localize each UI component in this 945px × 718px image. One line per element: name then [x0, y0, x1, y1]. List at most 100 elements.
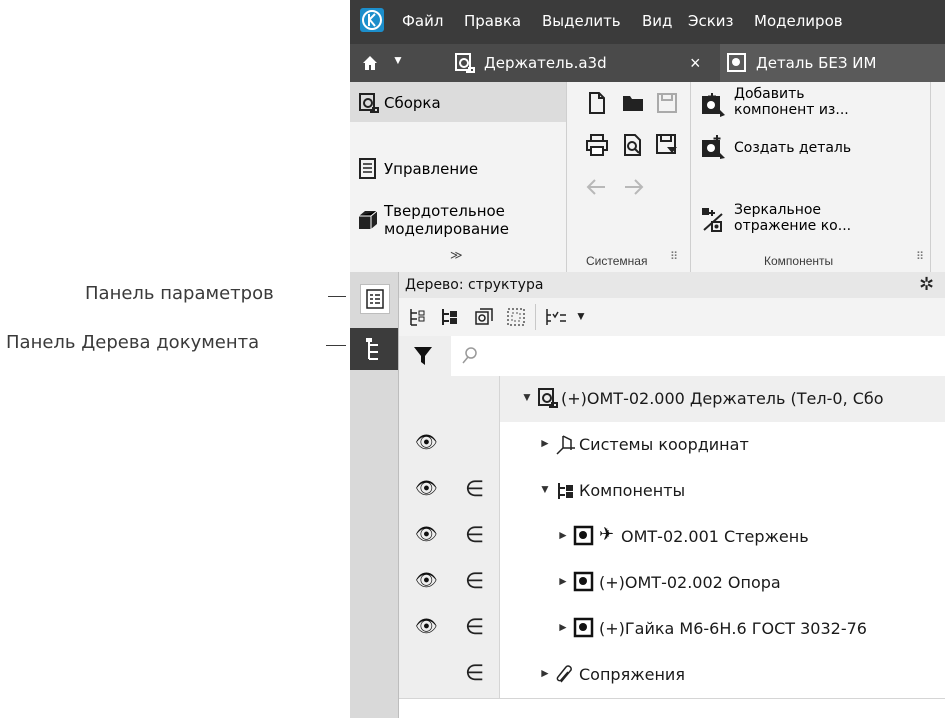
tree-row-visibility-cell[interactable]: 👁 [399, 606, 452, 652]
eye-icon[interactable]: 👁 [415, 432, 438, 453]
assembly-icon [455, 53, 475, 73]
tab-close-icon[interactable]: × [690, 53, 701, 74]
group-system-launcher-icon[interactable]: ⠿ [670, 250, 678, 263]
ribbon-item-solid-modeling[interactable]: Твердотельное моделирование [350, 200, 566, 242]
tree-select-frame-icon[interactable] [505, 306, 527, 328]
tree-row-include-cell[interactable]: ∈ [451, 468, 500, 514]
menu-modeling[interactable]: Моделиров [754, 12, 843, 30]
tree-row-include-cell[interactable]: ∈ [451, 606, 500, 652]
tree-row-include-cell[interactable]: ∈ [451, 560, 500, 606]
tree-row-label: Системы координат [579, 435, 749, 454]
eye-icon[interactable]: 👁 [415, 570, 438, 591]
tree-row-label: ОМТ-02.001 Стержень [621, 527, 809, 546]
tree-row-rod[interactable]: 👁 ∈ ► ✈ ОМТ-02.001 Стержень [399, 514, 945, 561]
tree-expand-icon[interactable]: ▼ [539, 482, 551, 496]
redo-icon[interactable] [620, 174, 646, 200]
ribbon-item-management[interactable]: Управление [350, 156, 566, 186]
tree-row-visibility-cell[interactable]: 👁 [399, 422, 452, 468]
menu-view[interactable]: Вид [642, 12, 672, 30]
tree-row-nut[interactable]: 👁 ∈ ► (+)Гайка М6-6Н.6 ГОСТ 3032-76 [399, 606, 945, 653]
include-in-calc-icon[interactable]: ∈ [465, 568, 484, 594]
document-tree-panel-button[interactable] [350, 328, 398, 370]
tree-expand-icon[interactable]: ► [539, 666, 551, 680]
ribbon-separator [690, 82, 691, 272]
include-in-calc-icon[interactable]: ∈ [465, 660, 484, 686]
filter-funnel-icon [414, 347, 432, 365]
tree-row-visibility-cell[interactable]: 👁 [399, 560, 452, 606]
preview-icon[interactable] [620, 132, 646, 158]
eye-icon[interactable]: 👁 [415, 524, 438, 545]
add-component-button[interactable]: Добавить компонент из... [694, 84, 894, 128]
tree-expand-icon[interactable]: ▼ [521, 390, 533, 404]
parameters-panel-button[interactable] [360, 284, 390, 314]
tree-expand-icon[interactable]: ► [557, 528, 569, 542]
tree-row-visibility-cell[interactable]: 👁 [399, 468, 452, 514]
ribbon-solid-label-1: Твердотельное [384, 202, 505, 220]
app-window: Файл Правка Выделить Вид Эскиз Моделиров… [350, 0, 945, 718]
include-in-calc-icon[interactable]: ∈ [465, 614, 484, 640]
save-as-icon[interactable] [654, 132, 680, 158]
callout-line-params [328, 296, 346, 297]
tree-row-include-cell[interactable]: ∈ [451, 514, 500, 560]
add-component-label-1: Добавить [734, 86, 805, 102]
tree-row-label: (+)ОМТ-02.002 Опора [599, 573, 781, 592]
solid-cube-icon [359, 210, 378, 229]
create-part-button[interactable]: Создать деталь [694, 130, 894, 166]
new-document-icon[interactable] [584, 90, 610, 116]
tree-row-coordinate-systems[interactable]: 👁 ► Системы координат [399, 422, 945, 469]
tree-row-assembly-root[interactable]: ▼ (+)ОМТ-02.000 Держатель (Тел-0, Сбо [399, 376, 945, 423]
tree-toolbar: ▼ [399, 298, 945, 337]
eye-icon[interactable]: 👁 [415, 478, 438, 499]
home-icon [363, 56, 377, 70]
ribbon-expand-icon[interactable]: ≫ [450, 248, 463, 262]
include-in-calc-icon[interactable]: ∈ [465, 522, 484, 548]
app-logo-icon[interactable] [360, 8, 384, 32]
tree-header-title: Дерево: структура [405, 277, 544, 293]
callout-line-tree [326, 345, 346, 346]
menu-file[interactable]: Файл [402, 12, 443, 30]
filter-button[interactable] [399, 336, 451, 376]
ribbon-management-label: Управление [384, 160, 479, 178]
undo-icon[interactable] [584, 174, 610, 200]
tree-structure-icon[interactable] [407, 306, 429, 328]
tree-filter-row [399, 336, 945, 377]
print-icon[interactable] [584, 132, 610, 158]
tree-row-components[interactable]: 👁 ∈ ▼ Компоненты [399, 468, 945, 515]
assembly-icon [538, 388, 558, 408]
tree-row-include-cell[interactable]: ∈ [451, 652, 500, 698]
tree-components-icon[interactable] [439, 306, 461, 328]
tree-view-mode-icon[interactable] [473, 306, 495, 328]
coordinate-system-icon [556, 435, 575, 455]
gear-icon[interactable]: ✲ [919, 274, 934, 295]
tab-part-noname[interactable]: Деталь БЕЗ ИМ [720, 44, 945, 82]
include-in-calc-icon[interactable]: ∈ [465, 476, 484, 502]
search-icon [462, 347, 477, 364]
tab-holder-assembly[interactable]: Держатель.a3d × [446, 44, 716, 82]
home-button[interactable]: ▼ [350, 44, 438, 82]
save-icon[interactable] [654, 90, 680, 116]
tree-row-visibility-cell[interactable]: 👁 [399, 514, 452, 560]
tab-menu-dropdown-icon[interactable]: ▼ [392, 53, 404, 67]
ribbon-solid-label-2: моделирование [384, 220, 509, 238]
tree-row-support[interactable]: 👁 ∈ ► (+)ОМТ-02.002 Опора [399, 560, 945, 607]
mirror-component-button[interactable]: Зеркальное отражение ко... [694, 200, 894, 244]
eye-icon[interactable]: 👁 [415, 616, 438, 637]
menu-edit[interactable]: Правка [464, 12, 521, 30]
menu-select[interactable]: Выделить [542, 12, 621, 30]
ribbon-item-assembly[interactable]: Сборка [350, 82, 566, 122]
tree-row-mates[interactable]: ∈ ► Сопряжения [399, 652, 945, 699]
create-part-label: Создать деталь [734, 140, 852, 156]
mirror-label-1: Зеркальное [734, 202, 822, 218]
mirror-icon [702, 208, 723, 232]
tab-bar: ▼ Держатель.a3d × Деталь БЕЗ ИМ [350, 44, 945, 82]
tree-search-input[interactable] [451, 336, 945, 376]
document-tree-icon [366, 338, 378, 360]
open-folder-icon[interactable] [620, 90, 646, 116]
menu-sketch[interactable]: Эскиз [688, 12, 734, 30]
tree-expand-icon[interactable]: ► [539, 436, 551, 450]
group-components-launcher-icon[interactable]: ⠿ [916, 250, 924, 263]
tree-expand-icon[interactable]: ► [557, 620, 569, 634]
group-label-components: Компоненты [764, 254, 834, 268]
tree-filter-dropdown[interactable]: ▼ [543, 306, 595, 328]
tree-expand-icon[interactable]: ► [557, 574, 569, 588]
